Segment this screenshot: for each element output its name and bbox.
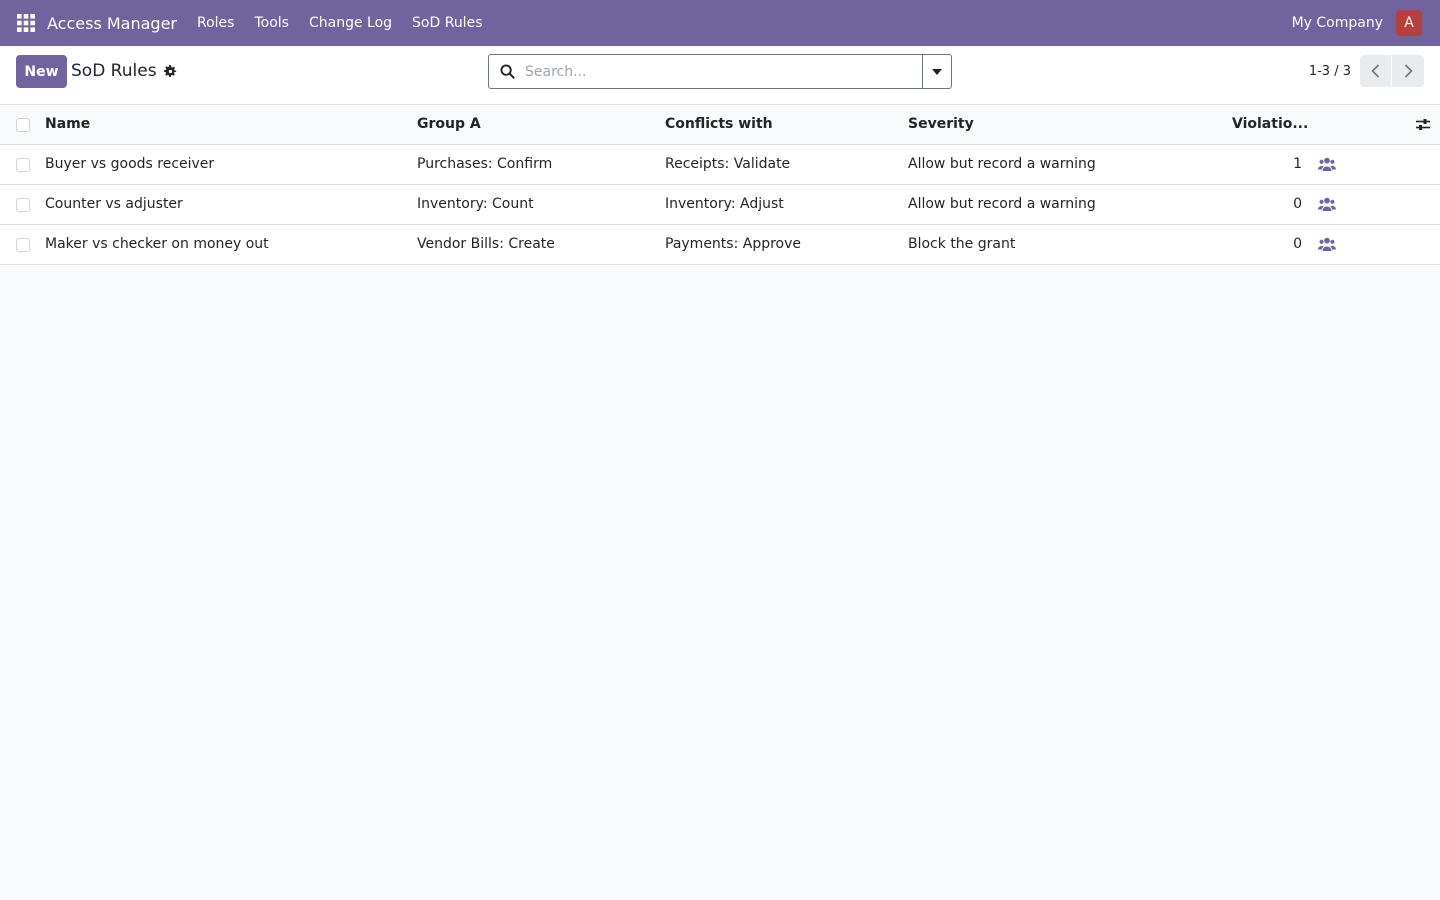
cell-severity: Block the grant <box>908 236 1016 252</box>
table-row[interactable]: Buyer vs goods receiver Purchases: Confi… <box>0 145 1440 185</box>
table-row[interactable]: Counter vs adjuster Inventory: Count Inv… <box>0 185 1440 225</box>
control-panel: New SoD Rules 1-3 / 3 <box>0 46 1440 105</box>
breadcrumb: SoD Rules <box>71 61 177 81</box>
cell-group-a: Inventory: Count <box>417 196 534 212</box>
pager: 1-3 / 3 <box>1309 55 1424 87</box>
menu-change-log[interactable]: Change Log <box>299 0 402 46</box>
cell-name: Maker vs checker on money out <box>45 236 269 252</box>
cell-conflicts-with: Receipts: Validate <box>665 156 791 172</box>
cell-violations: 0 <box>1293 196 1302 212</box>
caret-down-icon <box>932 68 942 75</box>
company-switcher[interactable]: My Company <box>1292 15 1383 31</box>
select-all-checkbox[interactable] <box>16 118 30 132</box>
row-checkbox[interactable] <box>16 238 30 252</box>
search-options-toggle[interactable] <box>922 55 951 88</box>
row-checkbox[interactable] <box>16 198 30 212</box>
pager-value[interactable]: 1-3 / 3 <box>1309 64 1351 79</box>
app-menu-icon[interactable] <box>3 0 49 46</box>
row-checkbox[interactable] <box>16 158 30 172</box>
top-navbar: Access Manager Roles Tools Change Log So… <box>0 0 1440 46</box>
table-row[interactable]: Maker vs checker on money out Vendor Bil… <box>0 225 1440 265</box>
page-title: SoD Rules <box>71 61 157 81</box>
menu-roles[interactable]: Roles <box>187 0 244 46</box>
users-icon[interactable] <box>1318 237 1336 252</box>
search-input[interactable] <box>525 55 922 88</box>
search-bar <box>488 54 952 89</box>
table-header: Name Group A Conflicts with Severity Vio… <box>0 105 1440 145</box>
column-header-violations[interactable]: Violatio... <box>1232 105 1308 145</box>
list-view: Name Group A Conflicts with Severity Vio… <box>0 105 1440 265</box>
cell-violations: 0 <box>1293 236 1302 252</box>
app-name[interactable]: Access Manager <box>47 14 177 33</box>
menu-tools[interactable]: Tools <box>244 0 299 46</box>
menu-sod-rules[interactable]: SoD Rules <box>402 0 492 46</box>
cell-severity: Allow but record a warning <box>908 196 1096 212</box>
cell-name: Counter vs adjuster <box>45 196 183 212</box>
user-avatar[interactable]: A <box>1396 10 1422 36</box>
search-icon <box>489 55 525 88</box>
cell-group-a: Purchases: Confirm <box>417 156 553 172</box>
cell-group-a: Vendor Bills: Create <box>417 236 555 252</box>
optional-columns-icon[interactable] <box>1416 118 1430 131</box>
new-button[interactable]: New <box>16 55 67 88</box>
cell-conflicts-with: Payments: Approve <box>665 236 802 252</box>
cell-name: Buyer vs goods receiver <box>45 156 215 172</box>
pager-previous-button[interactable] <box>1360 55 1392 87</box>
column-header-severity[interactable]: Severity <box>908 105 974 145</box>
chevron-right-icon <box>1404 64 1413 78</box>
chevron-left-icon <box>1371 64 1380 78</box>
navbar-right: My Company A <box>1292 0 1422 46</box>
cell-conflicts-with: Inventory: Adjust <box>665 196 784 212</box>
column-header-name[interactable]: Name <box>45 105 90 145</box>
gear-icon[interactable] <box>163 64 177 78</box>
cell-severity: Allow but record a warning <box>908 156 1096 172</box>
column-header-conflicts-with[interactable]: Conflicts with <box>665 105 773 145</box>
users-icon[interactable] <box>1318 197 1336 212</box>
users-icon[interactable] <box>1318 157 1336 172</box>
cell-violations: 1 <box>1293 156 1302 172</box>
column-header-group-a[interactable]: Group A <box>417 105 481 145</box>
pager-next-button[interactable] <box>1392 55 1424 87</box>
